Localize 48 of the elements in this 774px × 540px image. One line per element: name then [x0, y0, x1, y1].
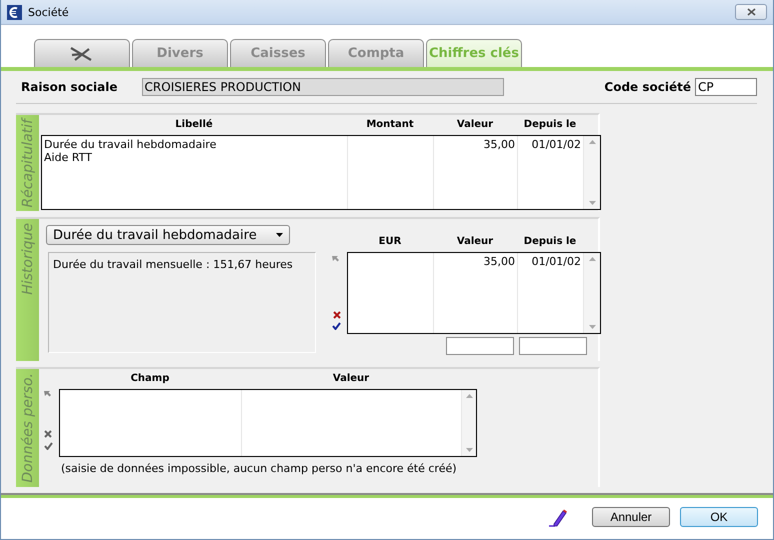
window-title: Société [28, 6, 69, 18]
dialog-button[interactable]: Annuler [592, 507, 670, 527]
table-cell: 35,00 [484, 255, 515, 268]
close-button[interactable] [735, 4, 767, 20]
column-header: Depuis le [522, 119, 578, 130]
column-header: Valeur [456, 119, 494, 130]
section-title: Récapitulatif [20, 119, 36, 208]
section-title: Historique [20, 223, 36, 295]
table-cell: Aide RTT [44, 151, 92, 164]
value-input-field[interactable] [446, 337, 514, 355]
info-text: Durée du travail mensuelle : 151,67 heures [53, 258, 293, 271]
column-header: Valeur [456, 236, 494, 247]
pencil-icon[interactable] [548, 507, 568, 527]
close-icon [746, 8, 756, 16]
table-cell: 01/01/02 [532, 138, 581, 151]
scroll-up-icon[interactable] [588, 257, 596, 261]
insert-arrow-icon[interactable] [44, 391, 51, 398]
column-header: Valeur [332, 373, 370, 384]
check-icon[interactable] [332, 322, 341, 330]
field-label: Raison sociale [21, 80, 118, 94]
date-input-field[interactable] [519, 337, 587, 355]
section-title: Données perso. [20, 373, 36, 483]
table-cell: 01/01/02 [532, 255, 581, 268]
company-name-field[interactable]: CROISIERES PRODUCTION [142, 78, 504, 96]
tab[interactable] [34, 39, 130, 67]
column-header: Champ [130, 373, 170, 384]
column-header: EUR [378, 236, 402, 247]
column-header: Montant [365, 119, 415, 130]
column-header: Depuis le [522, 236, 578, 247]
scroll-up-icon[interactable] [466, 394, 472, 398]
type-dropdown[interactable]: Durée du travail hebdomadaire [46, 225, 290, 245]
info-note: (saisie de données impossible, aucun champ perso n'a encore été créé) [61, 462, 457, 475]
caret-icon [276, 233, 283, 237]
delete-icon[interactable] [44, 430, 52, 438]
check-icon[interactable] [44, 442, 53, 450]
scroll-down-icon[interactable] [588, 201, 596, 205]
scroll-up-icon[interactable] [588, 140, 596, 144]
app-icon [7, 4, 22, 20]
company-code-field[interactable]: CP [695, 78, 757, 96]
column-header: Libellé [174, 119, 214, 130]
scroll-down-icon[interactable] [466, 448, 472, 452]
delete-icon[interactable] [333, 311, 341, 319]
insert-arrow-icon[interactable] [332, 256, 339, 263]
table-cell: Durée du travail hebdomadaire [44, 138, 216, 151]
scroll-down-icon[interactable] [588, 325, 596, 329]
dialog-button[interactable]: OK [680, 507, 758, 527]
table-cell: 35,00 [484, 138, 515, 151]
field-label: Code société [604, 80, 691, 94]
